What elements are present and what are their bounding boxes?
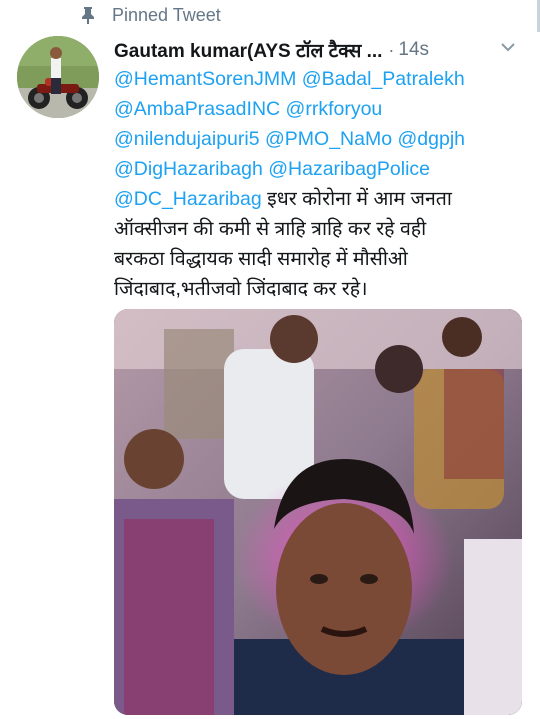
separator-dot: · [388, 39, 395, 60]
avatar[interactable] [17, 36, 99, 118]
pinned-tweet-label: Pinned Tweet [80, 4, 221, 26]
mention-link[interactable]: @dgpjh [397, 128, 465, 150]
tweet-header: Gautam kumar(AYS टॉल टैक्स ... · 14s [114, 36, 526, 64]
mention-link[interactable]: @PMO_NaMo [265, 128, 392, 150]
author-name[interactable]: Gautam kumar(AYS टॉल टैक्स ... [114, 37, 382, 63]
tweet-media-video[interactable] [114, 309, 522, 715]
mention-link[interactable]: @rrkforyou [286, 98, 383, 120]
mention-link[interactable]: @Badal_Patralekh [302, 68, 465, 90]
chevron-down-icon[interactable] [500, 40, 516, 54]
mention-link[interactable]: @nilendujaipuri5 [114, 128, 260, 150]
tweet-line-4: @DigHazaribagh @HazaribagPolice [114, 154, 528, 184]
tweet-line-8: जिंदाबाद,भतीजवो जिंदाबाद कर रहे। [114, 278, 368, 300]
timestamp[interactable]: 14s [398, 39, 429, 61]
mention-link[interactable]: @HemantSorenJMM [114, 68, 296, 90]
tweet-line-3: @nilendujaipuri5 @PMO_NaMo @dgpjh [114, 124, 528, 154]
mention-link[interactable]: @DC_Hazaribag [114, 188, 262, 210]
tweet-line-2: @AmbaPrasadINC @rrkforyou [114, 94, 528, 124]
tweet-line-1: @HemantSorenJMM @Badal_Patralekh [114, 64, 528, 94]
pin-icon [80, 6, 96, 24]
tweet-body: @HemantSorenJMM @Badal_Patralekh @AmbaPr… [114, 64, 528, 304]
tweet-text-segment: इधर कोरोना में आम जनता [267, 188, 452, 210]
mention-link[interactable]: @DigHazaribagh [114, 158, 263, 180]
tweet-line-7: बरकठा विद्धायक सादी समारोह में मौसीओ [114, 248, 408, 270]
mention-link[interactable]: @HazaribagPolice [268, 158, 430, 180]
tweet-line-6: ऑक्सीजन की कमी से त्राहि त्राहि कर रहे व… [114, 218, 427, 240]
tweet-line-5: @DC_Hazaribag इधर कोरोना में आम जनता [114, 184, 528, 214]
mention-link[interactable]: @AmbaPrasadINC [114, 98, 280, 120]
pinned-tweet-text: Pinned Tweet [112, 4, 221, 25]
